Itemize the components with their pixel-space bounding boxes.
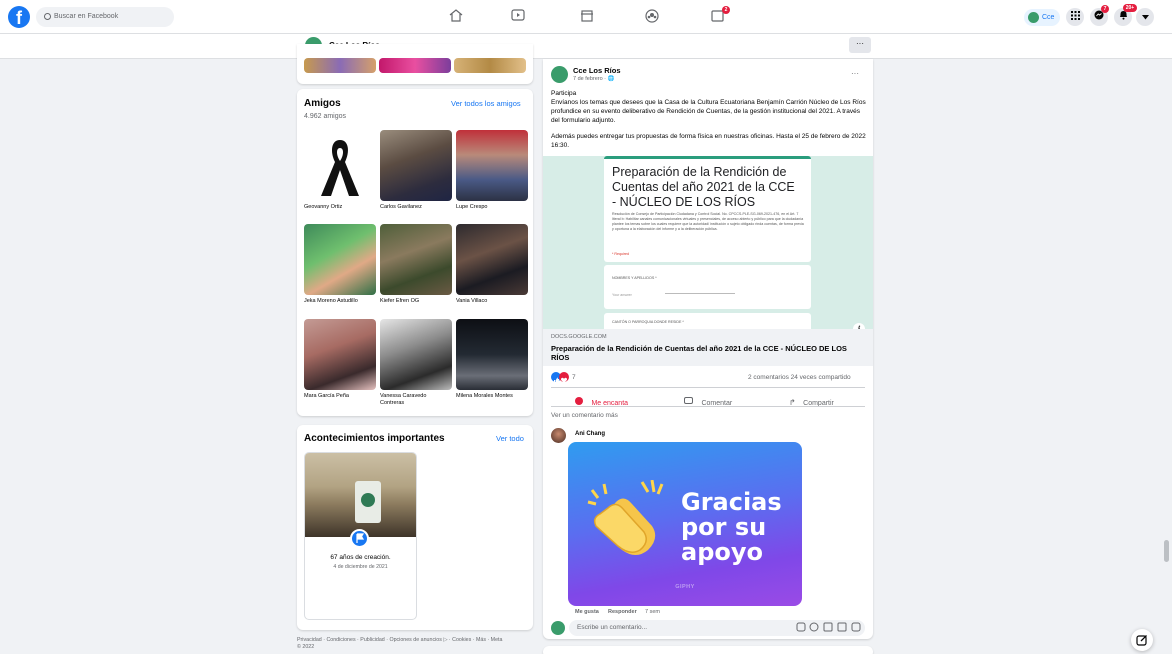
gif-comment[interactable]: Gracias por su apoyo GIPHY xyxy=(568,442,802,606)
friend-photo[interactable] xyxy=(304,224,376,295)
commenter-name[interactable]: Ani Chang xyxy=(575,431,605,437)
mourning-ribbon-icon xyxy=(321,140,359,196)
divider xyxy=(551,387,865,388)
next-post-card xyxy=(543,646,873,654)
form-description: Resolución de Consejo de Participación C… xyxy=(612,212,804,231)
form-field-label: CANTÓN O PARROQUIA DONDE RESIDE * xyxy=(612,320,684,324)
post-text-paragraph: Además puedes entregar tus propuestas de… xyxy=(551,133,866,149)
life-event-date: 4 de diciembre de 2021 xyxy=(333,564,388,570)
footer-links[interactable]: Privacidad · Condiciones · Publicidad · … xyxy=(297,637,537,643)
comment-tool-icons[interactable] xyxy=(796,622,862,633)
post-more-button[interactable]: ··· xyxy=(851,69,859,78)
friend-name[interactable]: Carlos Gavilanez xyxy=(380,204,422,211)
friend-photo[interactable] xyxy=(380,319,452,390)
love-icon xyxy=(575,396,583,405)
life-event-title[interactable]: 67 años de creación. xyxy=(305,554,416,561)
page-scrollbar-thumb[interactable] xyxy=(1164,540,1169,562)
search-input[interactable]: Buscar en Facebook xyxy=(36,7,174,27)
sparkle-icon xyxy=(640,480,664,495)
form-field-label: NOMBRES Y APELLIDOS * xyxy=(612,276,657,280)
photo-thumbnail[interactable] xyxy=(304,58,376,73)
post-author-name[interactable]: Cce Los Ríos xyxy=(573,66,621,75)
comments-shares-count[interactable]: 2 comentarios 24 veces compartido xyxy=(748,374,851,381)
share-button[interactable]: ↱ Compartir xyxy=(789,392,834,410)
divider xyxy=(551,406,865,407)
watch-icon[interactable] xyxy=(509,9,527,25)
comment-time: 7 sem xyxy=(645,609,660,615)
flag-icon xyxy=(350,529,369,548)
comment-icon xyxy=(684,397,693,405)
friend-name[interactable]: Jeka Moreno Astudillo xyxy=(304,298,358,305)
love-reaction-icon xyxy=(559,372,569,383)
menu-grid-icon[interactable] xyxy=(1066,8,1084,26)
post-text-line: Participa xyxy=(551,90,577,97)
love-button[interactable]: Me encanta xyxy=(575,392,628,410)
account-chevron-icon[interactable] xyxy=(1136,8,1154,26)
friend-name[interactable]: Vanessa Caravedo Contreras xyxy=(380,393,446,407)
current-user-avatar xyxy=(551,621,565,635)
giphy-brand: GIPHY xyxy=(675,584,695,590)
friend-photo[interactable] xyxy=(380,130,452,201)
friends-count: 4.962 amigos xyxy=(304,113,347,120)
marketplace-icon[interactable] xyxy=(578,9,596,25)
friend-photo[interactable] xyxy=(456,319,528,390)
friend-name[interactable]: Vania Villaco xyxy=(456,298,487,305)
groups-icon[interactable] xyxy=(643,9,661,25)
search-icon xyxy=(44,13,51,20)
messenger-badge: 7 xyxy=(1101,5,1109,13)
post-timestamp[interactable]: 7 de febrero · 🌐 xyxy=(573,76,614,82)
post-author-avatar[interactable] xyxy=(551,66,568,83)
friend-photo[interactable] xyxy=(456,224,528,295)
facebook-logo[interactable]: f xyxy=(8,6,30,28)
new-message-icon[interactable] xyxy=(1131,629,1153,651)
friends-title[interactable]: Amigos xyxy=(304,98,341,109)
comment-button[interactable]: Comentar xyxy=(684,392,732,410)
friend-name[interactable]: Geovanny Ortiz xyxy=(304,204,342,211)
form-field-placeholder: Your answer xyxy=(612,293,632,297)
friend-photo[interactable] xyxy=(304,319,376,390)
comment-reply-action[interactable]: Responder xyxy=(608,609,637,615)
form-required-note: * Required xyxy=(612,252,629,256)
friend-name[interactable]: Lupe Crespo xyxy=(456,204,488,211)
footer-copyright: © 2022 xyxy=(297,644,315,650)
post-text-paragraph: Envíanos los temas que desees que la Cas… xyxy=(551,99,866,124)
photo-thumbnail[interactable] xyxy=(379,58,451,73)
view-more-comments-link[interactable]: Ver un comentario más xyxy=(551,412,618,419)
gaming-badge: 2 xyxy=(722,6,730,14)
comment-like-action[interactable]: Me gusta xyxy=(575,609,599,615)
notifications-badge: 20+ xyxy=(1123,4,1137,12)
friend-photo[interactable] xyxy=(456,130,528,201)
friend-photo[interactable] xyxy=(304,130,376,201)
friend-name[interactable]: Kiefer Efren OG xyxy=(380,298,419,305)
profile-avatar xyxy=(1028,12,1039,23)
home-icon[interactable] xyxy=(447,9,465,25)
friend-name[interactable]: Mara García Peña xyxy=(304,393,349,400)
form-title: Preparación de la Rendición de Cuentas d… xyxy=(612,165,795,209)
see-all-friends-link[interactable]: Ver todos los amigos xyxy=(451,99,521,108)
comment-placeholder: Escribe un comentario... xyxy=(577,624,648,631)
link-title[interactable]: Preparación de la Rendición de Cuentas d… xyxy=(551,344,863,362)
life-event-photo xyxy=(305,453,416,537)
page-sticky-header xyxy=(0,34,1172,59)
friend-photo[interactable] xyxy=(380,224,452,295)
page-more-button[interactable]: ··· xyxy=(849,37,871,53)
link-domain: DOCS.GOOGLE.COM xyxy=(551,334,607,340)
reactions-count[interactable]: 7 xyxy=(572,374,576,381)
gif-text: Gracias por su apoyo xyxy=(681,488,782,566)
life-events-title[interactable]: Acontecimientos importantes xyxy=(304,433,445,444)
see-all-events-link[interactable]: Ver todo xyxy=(496,434,524,443)
commenter-avatar[interactable] xyxy=(551,428,566,443)
friend-name[interactable]: Milena Morales Montes xyxy=(456,393,513,400)
photo-thumbnail[interactable] xyxy=(454,58,526,73)
